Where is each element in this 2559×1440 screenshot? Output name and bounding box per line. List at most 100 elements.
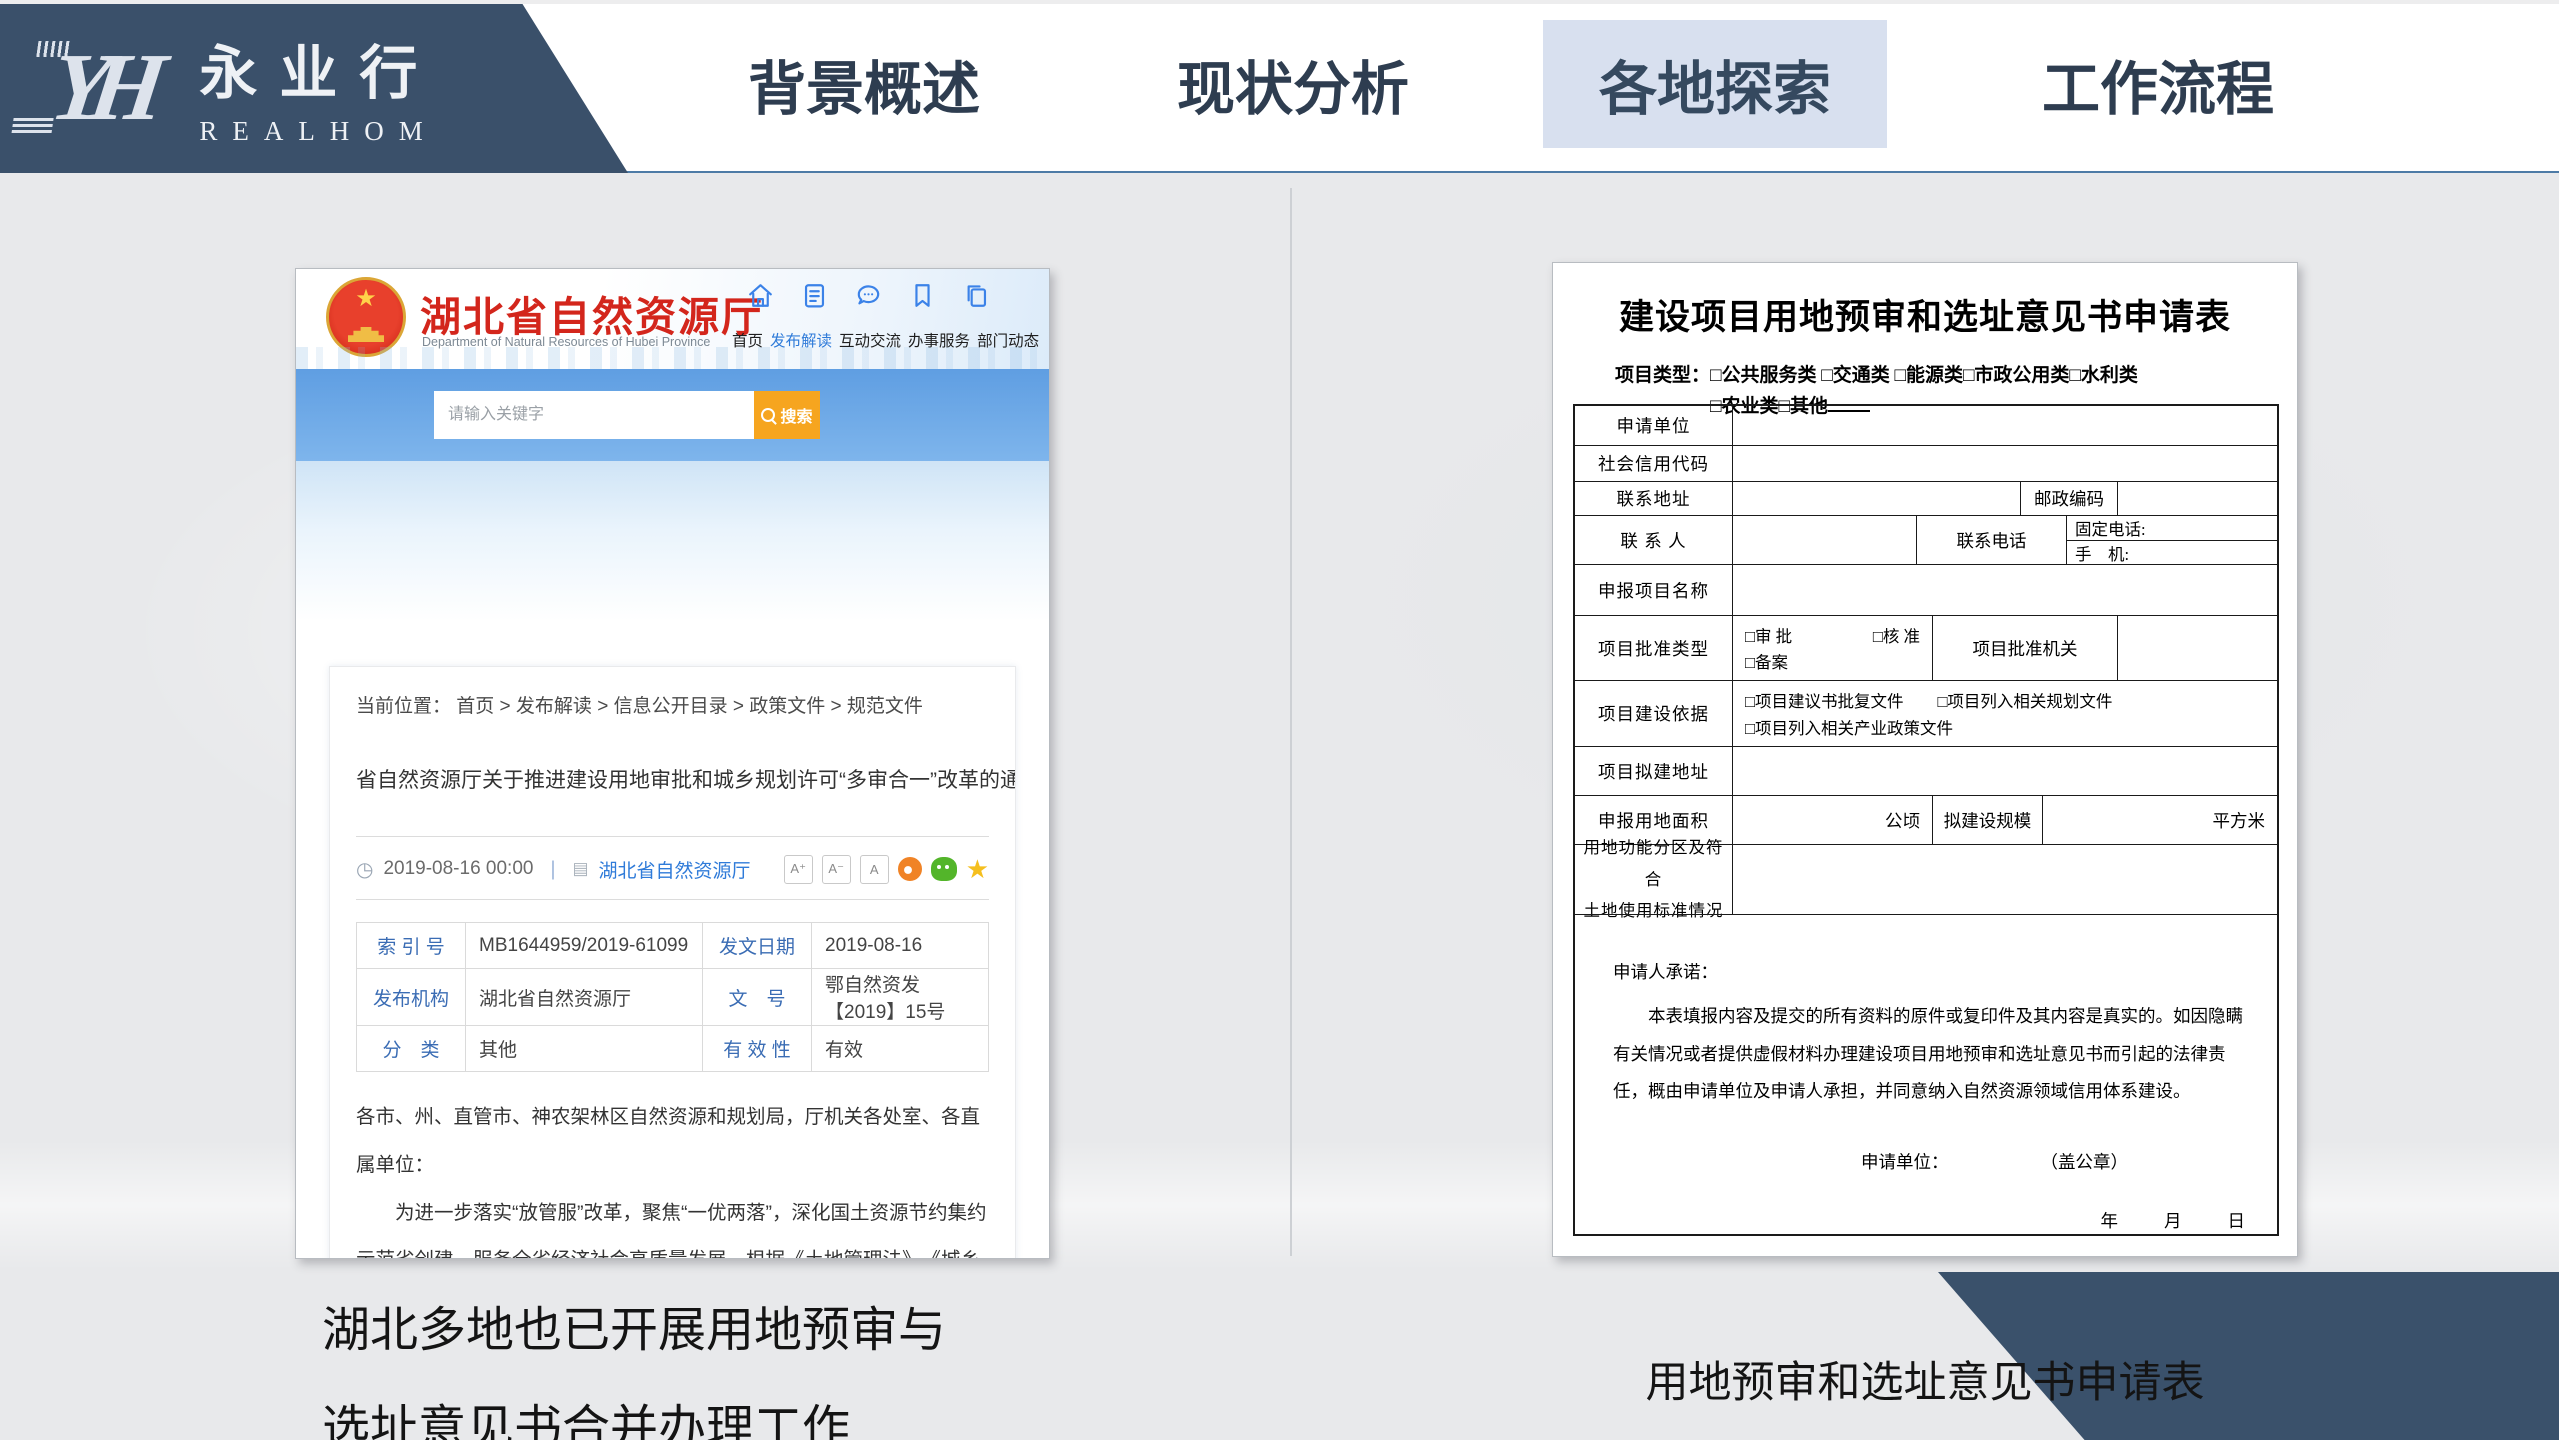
tab-background-overview[interactable]: 背景概述: [748, 42, 980, 126]
table-row: 分 类 其他 有 效 性 有效: [357, 1026, 989, 1072]
field-label: 申请单位: [1575, 406, 1732, 445]
field-label: 社会信用代码: [1575, 446, 1732, 481]
document-info-table: 索 引 号 MB1644959/2019-61099 发文日期 2019-08-…: [356, 922, 989, 1072]
approval-checkboxes: □审 批 □核 准 □备案: [1732, 616, 1932, 680]
left-caption: 湖北多地也已开展用地预审与 选址意见书合并办理工作: [322, 1282, 946, 1440]
form-row-approval-type: 项目批准类型 □审 批 □核 准 □备案 项目批准机关: [1575, 615, 2277, 680]
divider: [356, 899, 989, 900]
form-row-contact: 联 系 人 联系电话 固定电话: 手 机:: [1575, 515, 2277, 564]
clock-icon: ◷: [356, 857, 373, 882]
checkbox-policy-doc: □项目列入相关产业政策文件: [1745, 715, 1953, 739]
site-quick-icons: [746, 281, 991, 315]
weibo-share-icon[interactable]: [898, 857, 922, 881]
date-year: 年: [2101, 1208, 2119, 1233]
search-icon: [761, 408, 775, 422]
search-button[interactable]: 搜索: [754, 391, 820, 439]
pledge-body: 本表填报内容及提交的所有资料的原件或复印件及其内容是真实的。如因隐瞒有关情况或者…: [1613, 998, 2251, 1111]
field-label: 项目批准类型: [1575, 616, 1732, 680]
home-icon[interactable]: [746, 281, 775, 315]
form-row-site-address: 项目拟建地址: [1575, 746, 2277, 795]
form-row-credit-code: 社会信用代码: [1575, 445, 2277, 481]
checkbox-verify: □核 准: [1873, 623, 1920, 647]
info-value: 2019-08-16: [812, 923, 989, 969]
font-decrease-button[interactable]: A⁻: [822, 855, 851, 884]
label-line1: 用地功能分区及符合: [1575, 832, 1732, 895]
publish-date: 2019-08-16 00:00: [383, 858, 533, 880]
font-increase-button[interactable]: A⁺: [784, 855, 813, 884]
pledge-cell: 申请人承诺： 本表填报内容及提交的所有资料的原件或复印件及其内容是真实的。如因隐…: [1575, 914, 2277, 1234]
date-line: 年 月 日: [1613, 1208, 2261, 1233]
skyline-decoration: [296, 347, 1049, 369]
field-label: 申报项目名称: [1575, 565, 1732, 615]
field-input-area: [1732, 482, 2020, 515]
checkbox-row: □项目建议书批复文件 □项目列入相关规划文件: [1745, 688, 2112, 712]
bookmark-icon[interactable]: [908, 281, 937, 315]
website-screenshot: ★ 湖北省自然资源厅 Department of Natural Resourc…: [295, 268, 1050, 1259]
info-key: 发文日期: [703, 923, 812, 969]
form-row-address: 联系地址 邮政编码: [1575, 481, 2277, 515]
info-value: MB1644959/2019-61099: [466, 923, 703, 969]
header-underline: [618, 171, 2559, 173]
info-key: 有 效 性: [703, 1026, 812, 1072]
left-caption-line2: 选址意见书合并办理工作: [322, 1380, 946, 1440]
form-title: 建设项目用地预审和选址意见书申请表: [1553, 289, 2297, 340]
seal-label: （盖公章）: [2041, 1149, 2129, 1174]
date-day: 日: [2228, 1208, 2246, 1233]
chat-icon[interactable]: [854, 281, 883, 315]
article-title: 省自然资源厅关于推进建设用地审批和城乡规划许可“多审合一”改革的通知: [356, 764, 989, 794]
tab-local-exploration[interactable]: 各地探索: [1543, 20, 1887, 148]
field-input-area: [2117, 482, 2277, 515]
field-label: 邮政编码: [2020, 482, 2117, 515]
wechat-share-icon[interactable]: [931, 857, 957, 881]
document-icon[interactable]: [800, 281, 829, 315]
field-input-area: [1732, 446, 2277, 481]
company-logo-icon: YH: [45, 39, 178, 135]
site-header: ★ 湖北省自然资源厅 Department of Natural Resourc…: [296, 269, 1049, 369]
field-input-area: [1732, 845, 2277, 914]
tab-work-process[interactable]: 工作流程: [2042, 42, 2274, 126]
source-icon: ▤: [572, 859, 588, 879]
national-emblem-icon: ★: [326, 277, 406, 357]
pledge-title: 申请人承诺：: [1613, 959, 2261, 984]
application-form: 建设项目用地预审和选址意见书申请表 项目类型：□公共服务类 □交通类 □能源类□…: [1552, 262, 2298, 1257]
right-caption: 用地预审和选址意见书申请表: [1646, 1348, 2205, 1410]
table-row: 发布机构 湖北省自然资源厅 文 号 鄂自然资发【2019】15号: [357, 969, 989, 1026]
emblem-star-icon: ★: [355, 284, 377, 313]
signature-line: 申请单位： （盖公章）: [1861, 1149, 2261, 1174]
unit-sqm: 平方米: [2213, 808, 2266, 833]
field-input-area: [2117, 616, 2277, 680]
article-meta: ◷ 2019-08-16 00:00 ｜ ▤ 湖北省自然资源厅: [356, 856, 751, 883]
info-value: 鄂自然资发【2019】15号: [812, 969, 989, 1026]
checkbox-approve: □审 批: [1745, 623, 1792, 647]
site-title: 湖北省自然资源厅: [420, 283, 764, 343]
article-panel: 当前位置： 首页 > 发布解读 > 信息公开目录 > 政策文件 > 规范文件 省…: [329, 666, 1016, 1259]
publish-source[interactable]: 湖北省自然资源厅: [599, 856, 751, 883]
search-input[interactable]: [434, 391, 754, 439]
field-input-area: [1732, 516, 1916, 564]
tab-status-analysis[interactable]: 现状分析: [1177, 42, 1409, 126]
field-label: 项目批准机关: [1932, 616, 2117, 680]
company-logo-plate: YH 永业行 REALHOM: [0, 0, 628, 173]
paragraph: 各市、州、直管市、神农架林区自然资源和规划局，厅机关各处室、各直属单位：: [356, 1094, 989, 1190]
emblem-gate-icon: [348, 327, 384, 342]
info-key: 分 类: [357, 1026, 466, 1072]
left-caption-line1: 湖北多地也已开展用地预审与: [322, 1282, 946, 1380]
scale-unit-cell: 平方米: [2042, 796, 2277, 844]
copy-icon[interactable]: [962, 281, 991, 315]
form-row-applicant: 申请单位: [1575, 406, 2277, 445]
checkbox-row: □审 批 □核 准: [1745, 623, 1920, 647]
breadcrumb[interactable]: 当前位置： 首页 > 发布解读 > 信息公开目录 > 政策文件 > 规范文件: [356, 691, 989, 718]
search-band: 搜索: [296, 369, 1049, 461]
project-type-options: □公共服务类 □交通类 □能源类□市政公用类□水利类: [1710, 365, 2138, 386]
info-value: 湖北省自然资源厅: [466, 969, 703, 1026]
area-unit-cell: 公顷: [1732, 796, 1932, 844]
site-content-background: 当前位置： 首页 > 发布解读 > 信息公开目录 > 政策文件 > 规范文件 省…: [296, 461, 1049, 1258]
favorite-star-icon[interactable]: ★: [966, 857, 989, 881]
field-label: 拟建设规模: [1932, 796, 2042, 844]
font-reset-button[interactable]: A: [860, 855, 889, 884]
vertical-divider: [1290, 188, 1292, 1256]
paragraph: 为进一步落实“放管服”改革，聚焦“一优两落”，深化国土资源节约集约示范省创建，服…: [356, 1190, 989, 1259]
field-label: 用地功能分区及符合 土地使用标准情况: [1575, 845, 1732, 914]
article-body: 各市、州、直管市、神农架林区自然资源和规划局，厅机关各处室、各直属单位： 为进一…: [356, 1094, 989, 1259]
field-label: 联系地址: [1575, 482, 1732, 515]
